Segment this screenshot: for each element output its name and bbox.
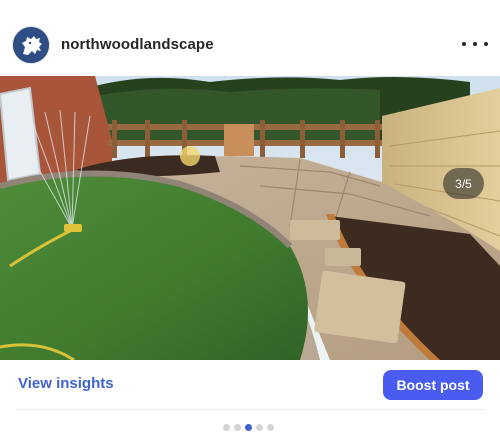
image-counter: 3/5 bbox=[443, 168, 484, 199]
carousel-dot[interactable] bbox=[267, 424, 274, 431]
more-horizontal-icon[interactable] bbox=[462, 35, 488, 53]
carousel-dot[interactable] bbox=[234, 424, 241, 431]
boost-post-button[interactable]: Boost post bbox=[383, 370, 483, 400]
post-image[interactable]: 3/5 bbox=[0, 76, 500, 360]
divider bbox=[16, 409, 484, 410]
post-header: northwoodlandscape bbox=[0, 0, 500, 76]
carousel-dot[interactable] bbox=[223, 424, 230, 431]
username[interactable]: northwoodlandscape bbox=[61, 36, 214, 53]
carousel-indicator bbox=[223, 424, 274, 431]
carousel-dot[interactable] bbox=[256, 424, 263, 431]
carousel-dot[interactable] bbox=[245, 424, 252, 431]
view-insights-link[interactable]: View insights bbox=[18, 375, 114, 392]
lion-crest-icon bbox=[13, 27, 49, 63]
avatar[interactable] bbox=[12, 26, 50, 64]
garden-photo bbox=[0, 76, 500, 360]
